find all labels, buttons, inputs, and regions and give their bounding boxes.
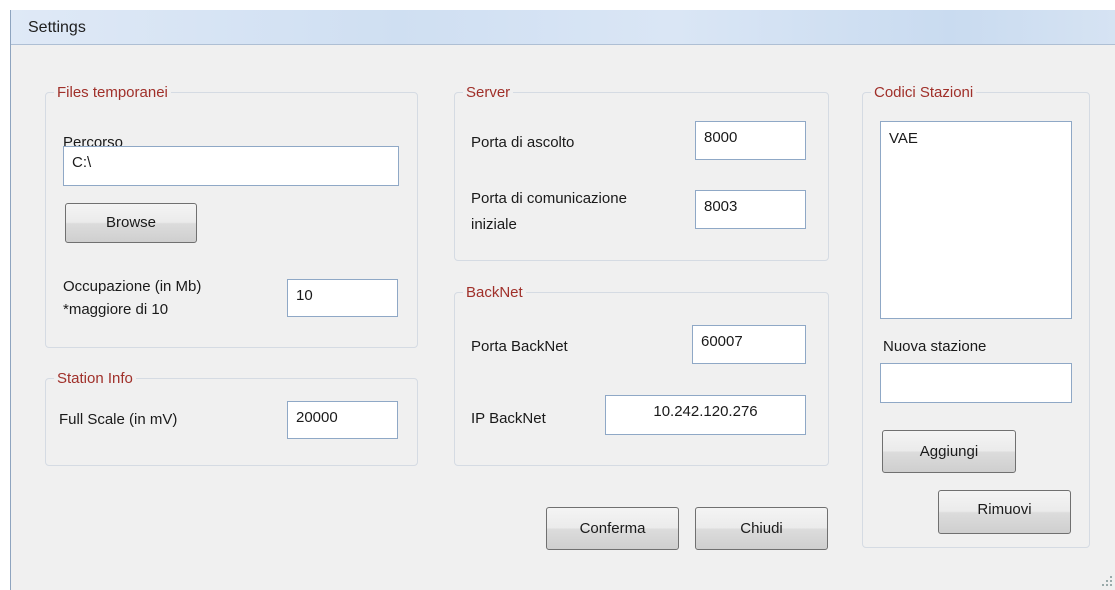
resize-grip-icon[interactable] — [1102, 576, 1112, 586]
add-station-button[interactable]: Aggiungi — [882, 430, 1016, 473]
occupation-label-line2: *maggiore di 10 — [63, 301, 169, 318]
remove-station-button[interactable]: Rimuovi — [938, 490, 1071, 534]
backnet-port-input[interactable]: 60007 — [692, 325, 806, 364]
path-input[interactable]: C:\ — [63, 146, 399, 186]
full-scale-input[interactable]: 20000 — [287, 401, 398, 439]
title-bar: Settings — [11, 10, 1115, 45]
browse-button[interactable]: Browse — [65, 203, 197, 243]
occupation-input[interactable]: 10 — [287, 279, 398, 317]
window-title: Settings — [28, 19, 86, 36]
comm-port-label-line1: Porta di comunicazione — [471, 190, 627, 207]
server-legend: Server — [466, 84, 511, 101]
backnet-group: BackNet — [454, 284, 829, 466]
backnet-port-label: Porta BackNet — [471, 338, 568, 355]
station-codes-legend: Codici Stazioni — [874, 84, 974, 101]
settings-window: Settings Files temporanei Percorso C:\ B… — [10, 10, 1115, 590]
occupation-label-line1: Occupazione (in Mb) — [63, 278, 202, 295]
list-item[interactable]: VAE — [889, 128, 1063, 150]
confirm-button[interactable]: Conferma — [546, 507, 679, 550]
listen-port-input[interactable]: 8000 — [695, 121, 806, 160]
backnet-ip-input[interactable]: 10.242.120.276 — [605, 395, 806, 435]
close-button[interactable]: Chiudi — [695, 507, 828, 550]
station-info-legend: Station Info — [57, 370, 133, 387]
station-codes-list[interactable]: VAE — [880, 121, 1072, 319]
comm-port-label-line2: iniziale — [471, 216, 517, 233]
new-station-input[interactable] — [880, 363, 1072, 403]
backnet-legend: BackNet — [466, 284, 523, 301]
listen-port-label: Porta di ascolto — [471, 134, 575, 151]
backnet-ip-label: IP BackNet — [471, 410, 546, 427]
comm-port-input[interactable]: 8003 — [695, 190, 806, 229]
new-station-label: Nuova stazione — [883, 338, 987, 355]
files-temp-legend: Files temporanei — [57, 84, 168, 101]
full-scale-label: Full Scale (in mV) — [59, 411, 178, 428]
